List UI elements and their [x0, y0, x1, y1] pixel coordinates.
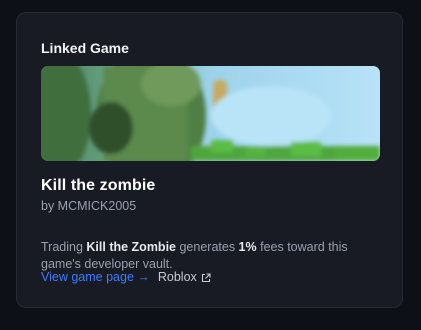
view-game-page-link[interactable]: View game page →	[41, 270, 150, 284]
game-author: by MCMICK2005	[41, 199, 137, 213]
game-thumbnail-image	[41, 66, 380, 161]
game-description: Trading Kill the Zombie generates 1% fee…	[41, 239, 371, 273]
linked-game-card: Linked Game Kill the zombie by MCMICK200…	[16, 12, 403, 308]
game-title: Kill the zombie	[41, 177, 156, 194]
desc-middle: generates	[176, 239, 239, 254]
external-link-icon	[201, 272, 211, 283]
game-thumbnail[interactable]	[41, 66, 380, 161]
roblox-link-label: Roblox	[157, 270, 197, 284]
roblox-link[interactable]: Roblox	[158, 270, 211, 284]
game-links: View game page → Roblox	[41, 270, 211, 284]
desc-percent: 1%	[238, 239, 257, 254]
desc-game-name: Kill the Zombie	[86, 239, 176, 254]
card-heading: Linked Game	[41, 40, 129, 56]
desc-prefix: Trading	[41, 239, 87, 254]
